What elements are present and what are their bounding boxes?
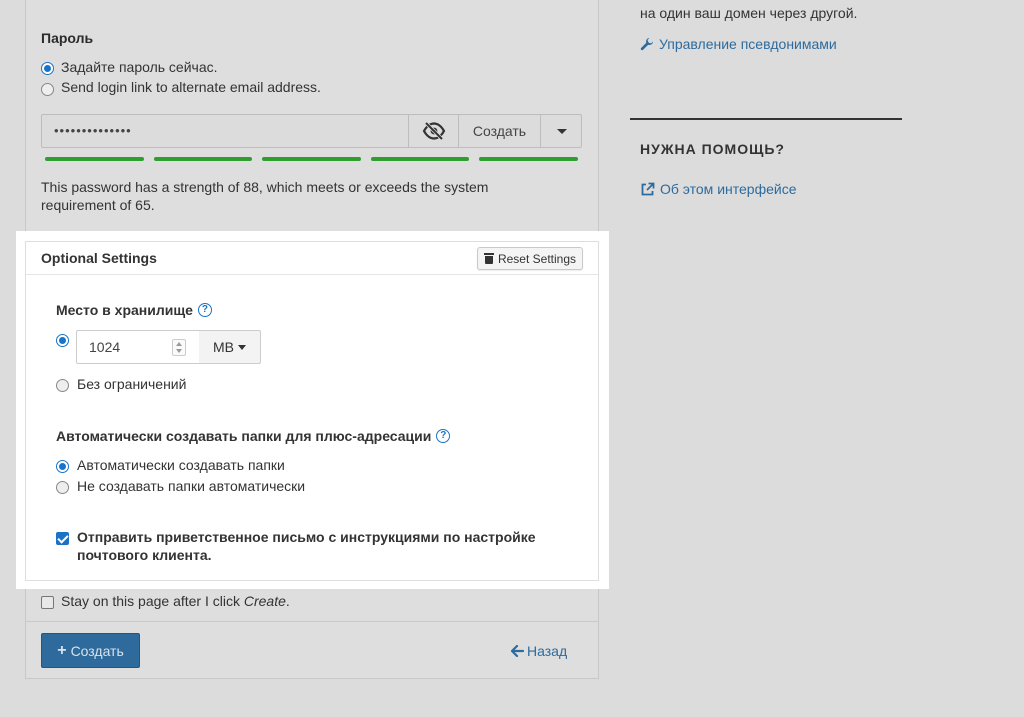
help-heading: НУЖНА ПОМОЩЬ? [640, 141, 785, 157]
trash-icon [483, 253, 494, 264]
help-icon[interactable]: ? [436, 429, 451, 443]
about-interface-link[interactable]: Об этом интерфейсе [640, 181, 796, 197]
quota-input[interactable]: 1024 [76, 330, 200, 364]
password-input[interactable]: •••••••••••••• [42, 115, 408, 147]
password-now-radio[interactable] [41, 62, 54, 75]
footer-divider [26, 621, 598, 622]
plus-addressing-text: Автоматически создавать папки для плюс-а… [56, 428, 432, 444]
stepper-icon[interactable] [172, 339, 186, 356]
plus-addressing-label: Автоматически создавать папки для плюс-а… [56, 428, 451, 444]
caret-down-icon [557, 128, 567, 134]
auto-create-folders-radio[interactable] [56, 460, 69, 473]
back-link[interactable]: Назад [511, 643, 567, 659]
eye-slash-icon [422, 122, 445, 140]
send-login-link-radio[interactable] [41, 83, 54, 96]
plus-icon: + [57, 641, 67, 659]
welcome-email-checkbox[interactable] [56, 532, 69, 545]
send-login-link-label: Send login link to alternate email addre… [61, 79, 321, 95]
optional-settings-header: Optional Settings Reset Settings [26, 242, 598, 275]
stay-on-page-checkbox[interactable] [41, 596, 54, 609]
unit-label: MB [213, 339, 234, 355]
stay-label-suffix: . [285, 593, 290, 609]
unlimited-quota-label: Без ограничений [77, 376, 187, 392]
password-now-label: Задайте пароль сейчас. [61, 59, 218, 75]
sidebar-divider [630, 118, 902, 120]
about-interface-label: Об этом интерфейсе [660, 181, 797, 197]
generator-options-dropdown[interactable] [540, 115, 583, 147]
reset-settings-button[interactable]: Reset Settings [476, 247, 583, 270]
strength-segment [371, 157, 469, 161]
reset-settings-label: Reset Settings [497, 251, 576, 266]
strength-segment [479, 157, 578, 161]
generate-password-button[interactable]: Создать [458, 115, 540, 147]
auto-create-folders-label: Автоматически создавать папки [77, 457, 285, 473]
password-field-group: •••••••••••••• Создать [41, 114, 582, 148]
manage-aliases-link[interactable]: Управление псевдонимами [640, 36, 837, 52]
help-icon[interactable]: ? [197, 303, 212, 317]
optional-settings-title: Optional Settings [41, 250, 157, 266]
no-auto-folders-label: Не создавать папки автоматически [77, 478, 306, 494]
sidebar-intro-text: на один ваш домен через другой. [640, 5, 858, 21]
create-account-label: Создать [70, 642, 124, 659]
strength-segment [45, 157, 144, 161]
manage-aliases-label: Управление псевдонимами [659, 36, 837, 52]
stay-label-prefix: Stay on this page after I click [61, 593, 244, 609]
limited-quota-radio[interactable] [56, 334, 69, 347]
strength-segment [262, 157, 361, 161]
toggle-visibility-button[interactable] [408, 115, 458, 147]
wrench-icon [640, 38, 653, 51]
storage-quota-label: Место в хранилище ? [56, 302, 212, 318]
password-label: Пароль [41, 30, 94, 46]
quota-value: 1024 [89, 339, 121, 355]
strength-segment [154, 157, 252, 161]
back-label: Назад [527, 643, 568, 659]
create-account-button[interactable]: + Создать [41, 633, 140, 668]
stay-label-emph: Create [243, 593, 286, 609]
no-auto-folders-radio[interactable] [56, 481, 69, 494]
unit-dropdown[interactable]: MB [199, 330, 261, 364]
caret-down-icon [238, 344, 246, 350]
arrow-left-icon [511, 645, 524, 657]
stay-on-page-label: Stay on this page after I click Create. [61, 593, 290, 609]
unlimited-quota-radio[interactable] [56, 379, 69, 392]
welcome-email-label: Отправить приветственное письмо с инстру… [77, 529, 536, 563]
storage-quota-text: Место в хранилище [56, 302, 193, 318]
password-strength-text: This password has a strength of 88, whic… [41, 179, 489, 213]
external-link-icon [641, 182, 655, 195]
